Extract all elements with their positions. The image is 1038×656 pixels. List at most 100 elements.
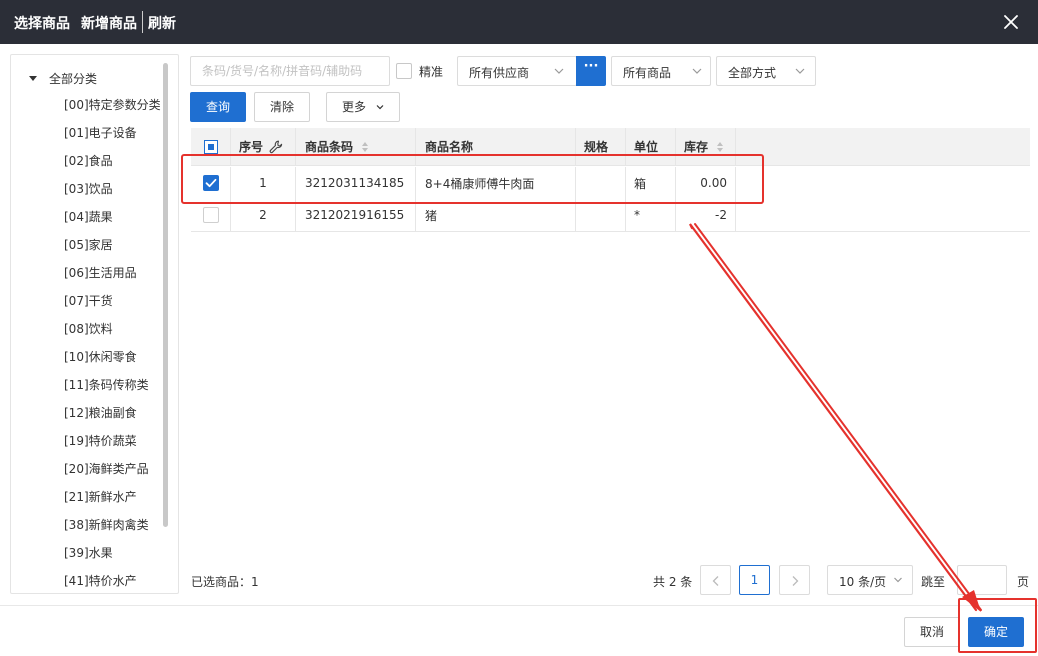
row-stock: 0.00: [676, 167, 736, 199]
category-item[interactable]: [06]生活用品: [64, 265, 161, 293]
row-spec: [576, 167, 626, 199]
method-select-value: 全部方式: [728, 66, 777, 80]
category-item[interactable]: [00]特定参数分类: [64, 97, 161, 125]
dialog-title: 选择商品: [14, 16, 70, 32]
select-all-checkbox[interactable]: [203, 139, 218, 154]
chevron-down-icon: [554, 68, 564, 74]
category-item[interactable]: [21]新鲜水产: [64, 489, 161, 517]
row-name-value: 猪: [425, 208, 438, 223]
method-select[interactable]: 全部方式: [716, 56, 816, 86]
footer-divider: [0, 605, 1038, 606]
cancel-button[interactable]: 取消: [904, 617, 960, 647]
column-spec: 规格: [576, 128, 626, 165]
column-stock-label: 库存: [684, 140, 709, 154]
selected-count: 已选商品：1: [191, 575, 259, 589]
confirm-button[interactable]: 确定: [968, 617, 1024, 647]
row-code: 3212021916155: [296, 199, 416, 231]
row-seq: 1: [231, 167, 296, 199]
row-code-value: 3212021916155: [305, 208, 405, 222]
row-checkbox-checked[interactable]: [202, 175, 219, 191]
column-seq: 序号: [231, 128, 296, 165]
row-checkbox-unchecked[interactable]: [202, 207, 219, 223]
clear-button[interactable]: 清除: [254, 92, 310, 122]
chevron-right-icon: [792, 576, 799, 586]
add-product-link[interactable]: 新增商品: [81, 13, 137, 33]
jump-label: 跳至: [921, 575, 946, 589]
row-unit: 箱: [626, 167, 676, 199]
chevron-left-icon: [712, 576, 719, 586]
chevron-down-icon: [894, 577, 902, 583]
category-item[interactable]: [11]条码传称类: [64, 377, 161, 405]
refresh-link[interactable]: 刷新: [148, 13, 176, 33]
search-input[interactable]: [190, 56, 390, 86]
row-stock: -2: [676, 199, 736, 231]
row-checkbox-cell: [191, 167, 231, 199]
table-header: 序号 商品条码 商品名称 规格 单位 库存: [191, 128, 1030, 166]
row-stock-value: 0.00: [700, 176, 727, 190]
chevron-down-icon: [376, 105, 384, 110]
category-item[interactable]: [38]新鲜肉禽类: [64, 517, 161, 545]
category-tree: 全部分类 [00]特定参数分类 [01]电子设备 [02]食品 [03]饮品 […: [10, 54, 179, 594]
dialog-titlebar: 选择商品 新增商品 刷新: [0, 0, 1038, 44]
row-seq-value: 2: [259, 208, 267, 222]
wrench-icon[interactable]: [268, 139, 284, 155]
column-seq-label: 序号: [239, 140, 264, 154]
chevron-down-icon: [795, 68, 805, 74]
chevron-down-icon: [692, 68, 702, 74]
category-item[interactable]: [01]电子设备: [64, 125, 161, 153]
exact-match-checkbox[interactable]: [396, 63, 412, 79]
category-item[interactable]: [04]蔬果: [64, 209, 161, 237]
exact-match-label: 精准: [419, 65, 444, 79]
row-spec: [576, 199, 626, 231]
sort-icon[interactable]: [716, 141, 724, 153]
category-item[interactable]: [41]特价水产: [64, 573, 161, 593]
column-code-label: 商品条码: [305, 140, 354, 154]
category-item[interactable]: [07]干货: [64, 293, 161, 321]
caret-down-icon[interactable]: [29, 76, 37, 81]
prev-page-button[interactable]: [700, 565, 731, 595]
page-size-select[interactable]: 10 条/页: [827, 565, 913, 595]
category-item[interactable]: [08]饮料: [64, 321, 161, 349]
column-name-label: 商品名称: [425, 140, 474, 154]
category-item[interactable]: [12]粮油副食: [64, 405, 161, 433]
category-item[interactable]: [10]休闲零食: [64, 349, 161, 377]
goods-select[interactable]: 所有商品: [611, 56, 711, 86]
tree-root-all[interactable]: 全部分类: [29, 70, 97, 87]
column-spec-label: 规格: [584, 140, 609, 154]
category-item[interactable]: [05]家居: [64, 237, 161, 265]
table-row[interactable]: 1 3212031134185 8+4桶康师傅牛肉面 箱 0.00: [191, 167, 1030, 200]
category-item[interactable]: [03]饮品: [64, 181, 161, 209]
query-button[interactable]: 查询: [190, 92, 246, 122]
column-stock[interactable]: 库存: [676, 128, 736, 165]
header-checkbox-cell: [191, 128, 231, 165]
more-button[interactable]: 更多: [326, 92, 400, 122]
close-icon[interactable]: [1002, 13, 1020, 31]
page-number-current[interactable]: 1: [739, 565, 770, 595]
sort-icon[interactable]: [361, 141, 369, 153]
total-count: 共 2 条: [653, 575, 693, 589]
page-size-value: 10 条/页: [839, 575, 887, 589]
row-unit: *: [626, 199, 676, 231]
category-list: [00]特定参数分类 [01]电子设备 [02]食品 [03]饮品 [04]蔬果…: [64, 97, 161, 593]
more-button-label: 更多: [342, 100, 367, 114]
column-code[interactable]: 商品条码: [296, 128, 416, 165]
table-row[interactable]: 2 3212021916155 猪 * -2: [191, 199, 1030, 232]
supplier-select[interactable]: 所有供应商: [457, 56, 577, 86]
row-name-value: 8+4桶康师傅牛肉面: [425, 176, 535, 191]
tree-root-label: 全部分类: [49, 72, 98, 86]
row-code-value: 3212031134185: [305, 176, 405, 190]
row-name: 猪: [416, 199, 576, 231]
column-unit: 单位: [626, 128, 676, 165]
category-item[interactable]: [19]特价蔬菜: [64, 433, 161, 461]
goods-select-value: 所有商品: [623, 66, 672, 80]
jump-page-input[interactable]: [957, 565, 1007, 595]
category-item[interactable]: [39]水果: [64, 545, 161, 573]
supplier-more-button[interactable]: ···: [576, 56, 606, 86]
category-item[interactable]: [20]海鲜类产品: [64, 461, 161, 489]
row-unit-value: 箱: [634, 176, 647, 191]
column-unit-label: 单位: [634, 140, 659, 154]
tree-scrollbar[interactable]: [163, 63, 168, 527]
category-item[interactable]: [02]食品: [64, 153, 161, 181]
title-divider: [142, 11, 143, 33]
next-page-button[interactable]: [779, 565, 810, 595]
